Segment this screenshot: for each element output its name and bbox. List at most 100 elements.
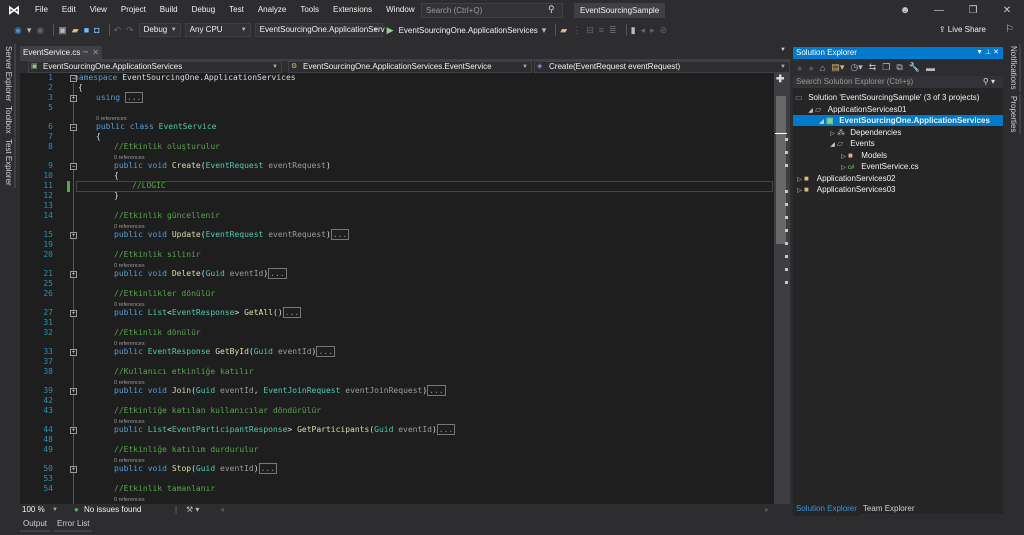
code-line[interactable]: 33 + public EventResponse GetById(Guid eve… xyxy=(20,346,774,357)
search-icon[interactable]: ⚲ xyxy=(548,4,555,15)
code-line[interactable]: 5 xyxy=(20,103,774,113)
save-icon[interactable]: ■ xyxy=(84,25,89,35)
properties-icon[interactable]: 🔧 xyxy=(909,62,920,73)
code-line[interactable]: 20 //Etkinlik silinir xyxy=(20,250,774,260)
menu-debug[interactable]: Debug xyxy=(185,0,223,20)
toolbox-tab[interactable]: Toolbox xyxy=(3,104,16,136)
code-line[interactable]: 44 + public List<EventParticipantResponse>… xyxy=(20,424,774,435)
restore-button[interactable]: ❐ xyxy=(956,5,990,16)
expand-region-icon[interactable]: + xyxy=(70,349,77,356)
code-line[interactable]: 12} xyxy=(20,191,774,201)
tree-item[interactable]: ▷ ■ ApplicationServices03 xyxy=(793,184,1003,195)
properties-tab[interactable]: Properties xyxy=(1008,94,1021,135)
code-line[interactable]: 8 //Etkinlik oluşturulur xyxy=(20,142,774,152)
preview-icon[interactable]: ▬ xyxy=(926,63,935,73)
menu-edit[interactable]: Edit xyxy=(55,0,83,20)
code-line[interactable]: 7{ xyxy=(20,132,774,142)
code-line[interactable]: 31 xyxy=(20,318,774,328)
close-tab-icon[interactable]: ✕ xyxy=(92,46,99,60)
home-icon[interactable]: ⌂ xyxy=(820,63,825,73)
scrollbar-thumb[interactable] xyxy=(776,96,786,244)
issues-status[interactable]: No issues found xyxy=(84,504,141,516)
minimize-button[interactable]: — xyxy=(922,5,956,16)
zoom-level-dropdown[interactable]: 100 % xyxy=(22,504,45,516)
expand-region-icon[interactable]: + xyxy=(70,466,77,473)
live-share-button[interactable]: ⇪ Live Share xyxy=(939,20,986,40)
code-line[interactable]: 38 //Kullanıcı etkinliğe katılır xyxy=(20,367,774,377)
code-line[interactable]: 27 + public List<EventResponse> GetAll()..… xyxy=(20,307,774,318)
show-all-files-icon[interactable]: ⧉ xyxy=(896,62,902,73)
tree-item[interactable]: ▷ c# EventService.cs xyxy=(793,161,1003,172)
menu-tools[interactable]: Tools xyxy=(293,0,326,20)
window-position-icon[interactable]: ▼ xyxy=(976,49,983,56)
notifications-tab[interactable]: Notifications xyxy=(1008,44,1021,92)
prev-bookmark-icon[interactable]: ◂ xyxy=(641,25,646,36)
undo-icon[interactable]: ↶ xyxy=(114,25,122,36)
run-target-button[interactable]: EventSourcingOne.ApplicationServices xyxy=(399,26,538,35)
back-icon[interactable]: ● xyxy=(797,63,802,73)
scroll-right-icon[interactable]: ▸ xyxy=(765,504,769,516)
tree-item[interactable]: ▷ ⁂ Dependencies xyxy=(793,127,1003,138)
solution-folder-icon[interactable]: ▰ xyxy=(560,25,567,36)
sync-icon[interactable]: ⇆ xyxy=(869,62,877,73)
code-line[interactable]: 6 − public class EventService xyxy=(20,122,774,132)
menu-project[interactable]: Project xyxy=(114,0,153,20)
tree-item[interactable]: ▭ Solution 'EventSourcingSample' (3 of 3… xyxy=(793,92,1003,103)
error-list-tab[interactable]: Error List xyxy=(54,518,93,532)
pin-icon[interactable]: ⊸ xyxy=(82,46,88,60)
code-line[interactable]: 1− namespace EventSourcingOne.Application… xyxy=(20,73,774,83)
pending-changes-filter-icon[interactable]: ◷▾ xyxy=(850,62,862,73)
menu-view[interactable]: View xyxy=(83,0,114,20)
solution-search-input[interactable]: Search Solution Explorer (Ctrl+ş) ⚲ ▾ xyxy=(793,76,1003,88)
expand-region-icon[interactable]: + xyxy=(70,271,77,278)
platform-dropdown[interactable]: Any CPU ▼ xyxy=(184,23,251,37)
startup-project-dropdown[interactable]: EventSourcingOne.ApplicationServ ▼ xyxy=(254,23,385,37)
code-line[interactable]: 50 + public void Stop(Guid eventId)... xyxy=(20,463,774,474)
code-line[interactable]: 49 //Etkinliğe katılım durdurulur xyxy=(20,445,774,455)
next-bookmark-icon[interactable]: ▸ xyxy=(650,25,655,36)
code-line[interactable]: 26 //Etkinlikler dönülür xyxy=(20,289,774,299)
expand-region-icon[interactable]: + xyxy=(70,310,77,317)
code-line[interactable]: 32 //Etkinlik dönülür xyxy=(20,328,774,338)
expand-arrow-icon[interactable]: ▷ xyxy=(795,186,804,197)
navigate-forward-icon[interactable]: ◉ xyxy=(36,25,44,36)
code-line[interactable]: 15 + public void Update(EventRequest event… xyxy=(20,229,774,240)
codelens-references-link[interactable]: 0 references xyxy=(114,495,145,504)
expand-region-icon[interactable]: + xyxy=(70,232,77,239)
comment-icon[interactable]: ≡ xyxy=(599,25,604,35)
feedback-icon[interactable]: ⚐ xyxy=(1005,24,1014,35)
close-icon[interactable]: ✕ xyxy=(993,49,999,56)
step-icon[interactable]: ⋮ xyxy=(572,25,581,36)
collapse-region-icon[interactable]: − xyxy=(70,124,77,131)
output-tab[interactable]: Output xyxy=(20,518,51,532)
code-line[interactable]: 54 //Etkinlik tamanlanır xyxy=(20,484,774,494)
code-line[interactable]: 3 + using ... xyxy=(20,92,774,103)
code-line[interactable]: 13 xyxy=(20,201,774,211)
redo-icon[interactable]: ↷ xyxy=(126,25,134,36)
clear-bookmarks-icon[interactable]: ⊘ xyxy=(660,25,668,36)
collapse-region-icon[interactable]: − xyxy=(70,163,77,170)
code-line[interactable]: 19 xyxy=(20,240,774,250)
chevron-down-icon[interactable]: ▾ xyxy=(542,25,547,36)
search-input[interactable]: Search (Ctrl+Q) xyxy=(421,3,563,18)
navigate-back-icon[interactable]: ◉ xyxy=(14,25,22,36)
new-project-icon[interactable]: ▣ xyxy=(58,25,67,36)
tree-item[interactable]: ◢ ▱ Events xyxy=(793,138,1003,149)
forward-icon[interactable]: ● xyxy=(808,63,813,73)
code-line[interactable]: 11 //LOGIC xyxy=(20,181,774,191)
code-editor[interactable]: 1 − namespace EventSourcingOne.Application… xyxy=(20,73,774,504)
bookmark-icon[interactable]: ▮ xyxy=(631,25,636,36)
expand-region-icon[interactable]: + xyxy=(70,427,77,434)
expand-region-icon[interactable]: + xyxy=(70,95,77,102)
save-all-icon[interactable]: ◘ xyxy=(94,25,99,35)
code-line[interactable]: 48 xyxy=(20,435,774,445)
code-line[interactable]: 53 xyxy=(20,474,774,484)
code-cleanup-icon[interactable]: ⚒ ▾ xyxy=(186,504,199,516)
tab-overflow-icon[interactable]: ▼ xyxy=(780,47,786,53)
scroll-left-icon[interactable]: ◂ xyxy=(220,504,224,516)
code-line[interactable]: 43 //Etkinliğe katılan kullanıcılar döndü… xyxy=(20,406,774,416)
menu-extensions[interactable]: Extensions xyxy=(326,0,379,20)
uncomment-icon[interactable]: ≣ xyxy=(609,25,617,36)
team-explorer-tab[interactable]: Team Explorer xyxy=(860,502,918,516)
member-dropdown[interactable]: ◈ Create(EventRequest eventRequest) ▼ xyxy=(534,61,790,73)
